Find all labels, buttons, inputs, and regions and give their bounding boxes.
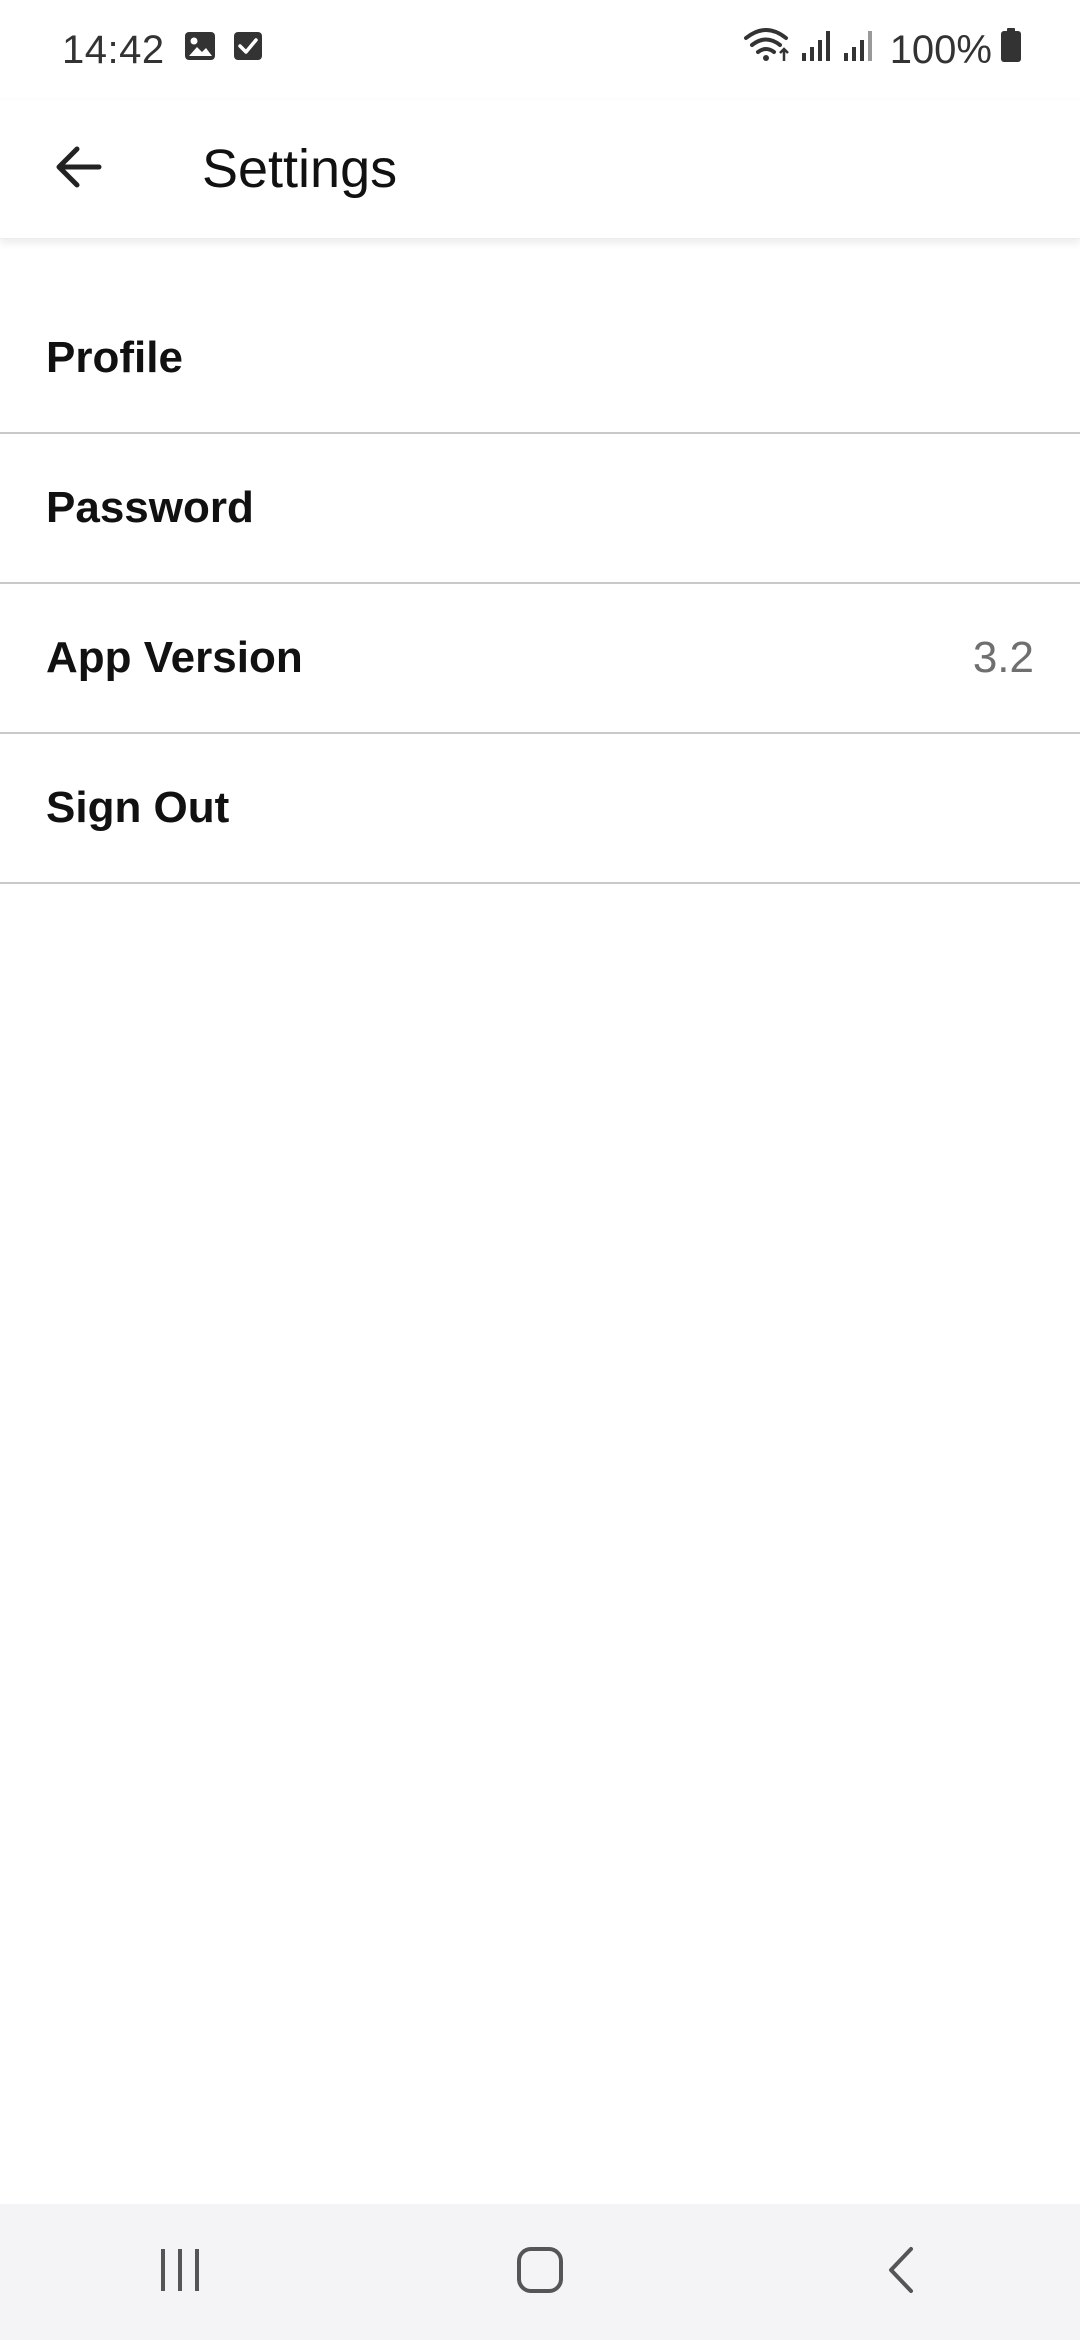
recent-apps-icon — [156, 2247, 204, 2298]
settings-screen: 14:42 100% Settings Profile Password App… — [0, 0, 1080, 2340]
image-notification-icon — [183, 28, 217, 73]
battery-icon — [1000, 27, 1022, 73]
app-bar: Settings — [0, 100, 1080, 239]
settings-item-profile[interactable]: Profile — [0, 284, 1080, 434]
settings-item-label: Password — [46, 483, 254, 532]
system-navigation-bar — [0, 2204, 1080, 2340]
app-version-value: 3.2 — [972, 633, 1034, 682]
status-time: 14:42 — [62, 27, 165, 72]
settings-item-password[interactable]: Password — [0, 434, 1080, 584]
arrow-left-icon — [53, 145, 103, 194]
wifi-icon — [742, 25, 792, 75]
status-bar-right: 100% — [742, 25, 1022, 75]
home-icon — [515, 2245, 565, 2300]
checkbox-notification-icon — [231, 28, 265, 73]
home-button[interactable] — [480, 2222, 600, 2322]
settings-item-label: Sign Out — [46, 783, 230, 832]
status-bar-left: 14:42 — [62, 28, 279, 73]
settings-list: Profile Password App Version 3.2 Sign Ou… — [0, 284, 1080, 884]
signal-icon — [842, 27, 876, 73]
signal-icon — [800, 27, 834, 73]
back-icon — [883, 2245, 917, 2300]
battery-percentage: 100% — [889, 27, 992, 72]
settings-item-label: App Version — [46, 633, 303, 682]
system-back-button[interactable] — [840, 2222, 960, 2322]
status-bar: 14:42 100% — [0, 0, 1080, 100]
settings-item-sign-out[interactable]: Sign Out — [0, 734, 1080, 884]
settings-item-label: Profile — [46, 333, 183, 382]
back-button[interactable] — [38, 129, 118, 209]
settings-item-app-version[interactable]: App Version 3.2 — [0, 584, 1080, 734]
page-title: Settings — [202, 139, 398, 199]
recent-apps-button[interactable] — [120, 2222, 240, 2322]
